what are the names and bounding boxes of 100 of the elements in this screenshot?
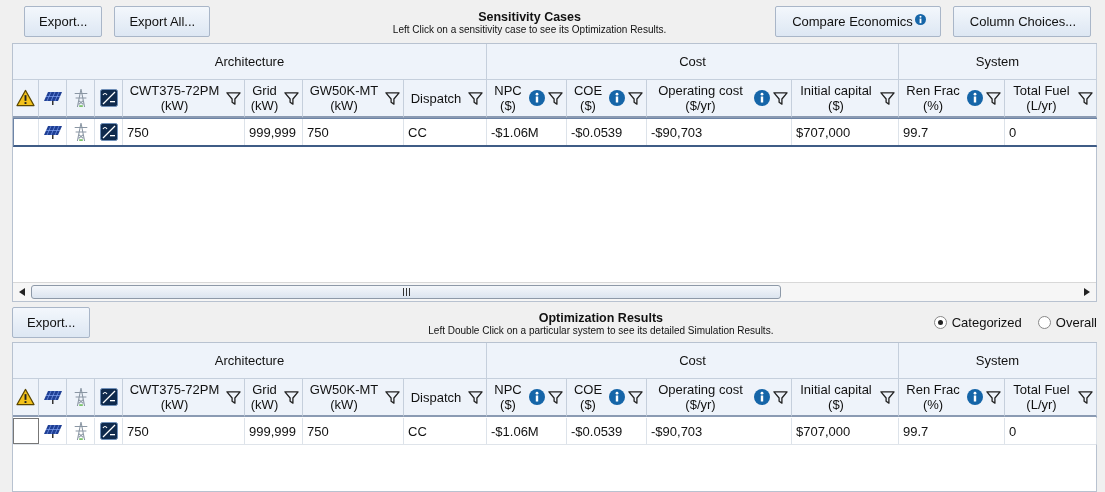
info-icon[interactable] (967, 389, 983, 405)
column-header[interactable]: Total Fuel (L/yr) (1005, 80, 1097, 118)
converter-icon (99, 89, 118, 107)
filter-icon[interactable] (548, 389, 563, 405)
column-header[interactable]: CWT375-72PM (kW) (123, 80, 245, 118)
info-icon[interactable] (754, 90, 770, 106)
view-radio[interactable]: Overall (1037, 314, 1097, 330)
column-header[interactable]: Ren Frac (%) (899, 80, 1005, 118)
table-cell: $707,000 (796, 423, 851, 439)
group-header: Cost (487, 343, 899, 379)
filter-icon[interactable] (986, 389, 1001, 405)
view-radio[interactable]: Categorized (933, 314, 1022, 330)
table-cell: -$1.06M (491, 423, 539, 439)
filter-icon[interactable] (773, 90, 788, 106)
column-header[interactable]: CWT375-72PM (kW) (123, 379, 245, 417)
filter-icon[interactable] (385, 90, 400, 106)
filter-icon[interactable] (468, 90, 483, 106)
column-header[interactable] (95, 80, 123, 118)
table-cell: 999,999 (249, 423, 296, 439)
column-header[interactable]: NPC ($) (487, 80, 567, 118)
column-header[interactable]: COE ($) (567, 80, 647, 118)
export-button[interactable]: Export... (12, 306, 91, 338)
filter-icon[interactable] (284, 90, 299, 106)
column-title: Total Fuel (L/yr) (1012, 83, 1071, 113)
horizontal-scrollbar[interactable] (13, 282, 1096, 301)
radio-button[interactable] (1037, 315, 1051, 329)
info-icon[interactable] (609, 90, 625, 106)
table-cell: 99.7 (903, 124, 929, 140)
column-header[interactable]: Grid (kW) (245, 379, 303, 417)
filter-icon[interactable] (880, 90, 895, 106)
filter-icon[interactable] (548, 90, 563, 106)
column-header[interactable]: Dispatch (404, 379, 487, 417)
column-header[interactable]: NPC ($) (487, 379, 567, 417)
column-header[interactable]: Operating cost ($/yr) (647, 80, 792, 118)
info-icon[interactable] (967, 90, 983, 106)
info-icon[interactable] (609, 389, 625, 405)
column-header[interactable]: Initial capital ($) (792, 379, 899, 417)
info-icon[interactable] (754, 389, 770, 405)
column-header[interactable] (13, 379, 39, 417)
filter-icon[interactable] (226, 389, 241, 405)
scroll-right-icon[interactable] (1084, 288, 1090, 296)
result-row[interactable]: 750 999,999 750 CC -$1.06M -$0.0539 -$90,703 $707,000 99.7 0 (13, 417, 1097, 445)
export-button[interactable]: Export All... (114, 6, 211, 37)
column-title: Dispatch (409, 389, 463, 405)
group-header: System (899, 44, 1097, 80)
column-header[interactable]: Grid (kW) (245, 80, 303, 118)
scroll-thumb[interactable] (31, 285, 781, 299)
column-title: Operating cost ($/yr) (657, 83, 744, 113)
filter-icon[interactable] (773, 389, 788, 405)
converter-icon (99, 422, 118, 440)
column-header[interactable] (95, 379, 123, 417)
table-cell: 0 (1009, 124, 1017, 140)
filter-icon[interactable] (468, 389, 483, 405)
column-title: CWT375-72PM (kW) (128, 83, 221, 113)
toolbar-button[interactable]: Column Choices... (952, 6, 1091, 37)
solar-panel-icon (42, 423, 63, 439)
column-header[interactable]: Ren Frac (%) (899, 379, 1005, 417)
table-cell: 99.7 (903, 423, 929, 439)
column-header[interactable] (39, 80, 67, 118)
column-title: Operating cost ($/yr) (657, 382, 744, 412)
column-header[interactable]: Operating cost ($/yr) (647, 379, 792, 417)
table-cell: 750 (127, 423, 149, 439)
filter-icon[interactable] (628, 90, 643, 106)
column-header[interactable] (39, 379, 67, 417)
column-title: GW50K-MT (kW) (308, 382, 380, 412)
solar-panel-icon (42, 90, 63, 106)
group-header: Cost (487, 44, 899, 80)
table-cell: 750 (307, 423, 329, 439)
filter-icon[interactable] (226, 90, 241, 106)
result-row[interactable]: 750 999,999 750 CC -$1.06M -$0.0539 -$90,703 $707,000 99.7 0 (13, 118, 1097, 147)
warning-icon (16, 388, 35, 406)
filter-icon[interactable] (880, 389, 895, 405)
column-header[interactable]: COE ($) (567, 379, 647, 417)
column-header[interactable]: Initial capital ($) (792, 80, 899, 118)
table-cell: -$90,703 (651, 423, 703, 439)
column-header[interactable]: Total Fuel (L/yr) (1005, 379, 1097, 417)
converter-icon (99, 123, 118, 141)
column-header[interactable]: Dispatch (404, 80, 487, 118)
column-header[interactable]: GW50K-MT (kW) (303, 80, 404, 118)
column-title: COE ($) (572, 382, 604, 412)
radio-button[interactable] (933, 315, 947, 329)
group-header: Architecture (13, 44, 487, 80)
table-cell: -$1.06M (491, 124, 539, 140)
column-title: NPC ($) (493, 382, 523, 412)
filter-icon[interactable] (628, 389, 643, 405)
toolbar-button[interactable]: Compare Economics (775, 6, 941, 37)
info-icon[interactable] (529, 90, 545, 106)
filter-icon[interactable] (284, 389, 299, 405)
filter-icon[interactable] (385, 389, 400, 405)
filter-icon[interactable] (1078, 90, 1093, 106)
column-header[interactable] (13, 80, 39, 118)
filter-icon[interactable] (986, 90, 1001, 106)
table-cell: CC (408, 423, 427, 439)
filter-icon[interactable] (1078, 389, 1093, 405)
column-title: Grid (kW) (249, 382, 280, 412)
solar-panel-icon (42, 124, 63, 140)
info-icon[interactable] (529, 389, 545, 405)
column-header[interactable]: GW50K-MT (kW) (303, 379, 404, 417)
scroll-left-icon[interactable] (19, 288, 25, 296)
export-button[interactable]: Export... (24, 6, 103, 37)
